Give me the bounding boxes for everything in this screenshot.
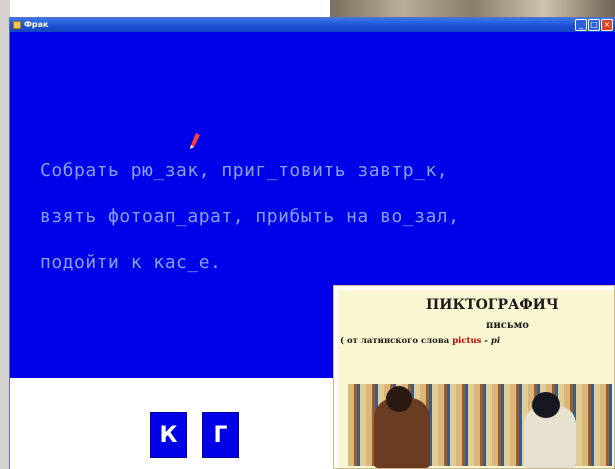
desktop-edge (0, 0, 10, 469)
answer-button-k[interactable]: К (150, 412, 187, 458)
fresco-figure-right-head (532, 392, 560, 418)
answer-button-g[interactable]: Г (202, 412, 239, 458)
slide-title: ПИКТОГРАФИЧ (426, 297, 559, 313)
origin-prefix: ( от латинского слова (340, 336, 453, 346)
slide-origin-note: ( от латинского слова pictus - pi (340, 336, 500, 346)
origin-word: pictus (452, 336, 482, 346)
title-bar[interactable]: Фрак _ □ × (10, 18, 615, 32)
window-controls: _ □ × (575, 19, 613, 31)
pen-icon (190, 133, 200, 149)
app-icon (13, 21, 21, 29)
exercise-line: взять фотоап_арат, прибыть на во_зал, (40, 206, 460, 227)
close-button[interactable]: × (601, 19, 613, 31)
window-title: Фрак (24, 20, 49, 29)
exercise-line: Собрать рю_зак, приг_товить завтр_к, (40, 160, 449, 181)
slide-subtitle: письмо (486, 320, 529, 331)
background-photo-strip (330, 0, 615, 18)
origin-suffix: - pi (481, 336, 501, 346)
exercise-text: Собрать рю_зак, приг_товить завтр_к, взя… (40, 148, 459, 286)
overlapping-slide: ПИКТОГРАФИЧ письмо ( от латинского слова… (333, 285, 615, 469)
minimize-button[interactable]: _ (575, 19, 587, 31)
fresco-figure-left-head (386, 386, 412, 412)
maximize-button[interactable]: □ (588, 19, 600, 31)
exercise-line: подойти к кас_е. (40, 252, 222, 273)
